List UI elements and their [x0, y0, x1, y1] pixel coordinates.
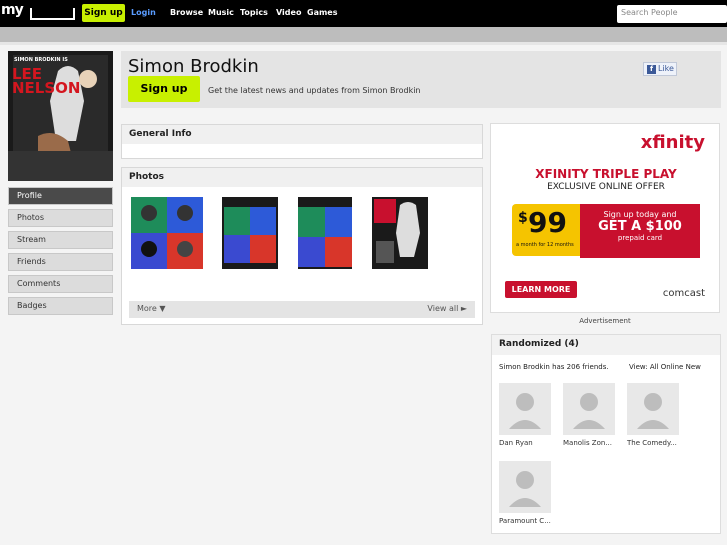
view-new-filter[interactable]: New: [686, 363, 701, 371]
profile-photo[interactable]: SIMON BRODKIN IS LEE NELSON: [8, 51, 113, 181]
photo-image: [222, 197, 278, 269]
sidebar-item-stream[interactable]: Stream: [8, 231, 113, 249]
sidebar-item-badges[interactable]: Badges: [8, 297, 113, 315]
ad-offer-box: Sign up today and GET A $100 prepaid car…: [580, 204, 700, 258]
friend-avatar[interactable]: [563, 383, 615, 435]
ad-price-box: $ 99 a month for 12 months: [512, 204, 586, 256]
nav-games[interactable]: Games: [307, 8, 338, 17]
poster-top-text: SIMON BRODKIN IS: [14, 57, 68, 63]
friend-name[interactable]: Dan Ryan: [499, 439, 533, 447]
advertisement-label: Advertisement: [579, 317, 631, 325]
search-people-input[interactable]: Search People: [617, 5, 727, 23]
sidebar-item-profile[interactable]: Profile: [8, 187, 113, 205]
ad-headline: XFINITY TRIPLE PLAY: [535, 167, 677, 181]
profile-signup-button[interactable]: Sign up: [128, 76, 200, 102]
login-link[interactable]: Login: [131, 8, 156, 17]
view-all-filter[interactable]: All: [650, 363, 659, 371]
sub-header-bar: [0, 27, 727, 42]
poster-title-text: LEE NELSON: [12, 65, 81, 97]
facebook-like-button[interactable]: f Like: [643, 62, 677, 76]
nav-topics[interactable]: Topics: [240, 8, 268, 17]
logo-underline-shape: [30, 8, 75, 20]
user-silhouette-icon: [573, 393, 605, 429]
sidebar-item-photos[interactable]: Photos: [8, 209, 113, 227]
user-silhouette-icon: [637, 393, 669, 429]
photo-thumbnail[interactable]: [372, 197, 428, 269]
user-silhouette-icon: [509, 393, 541, 429]
ad-brand-logo: xfinity: [640, 132, 705, 153]
facebook-icon: f: [647, 65, 656, 74]
sidebar-item-comments[interactable]: Comments: [8, 275, 113, 293]
ad-learn-more-button[interactable]: LEARN MORE: [505, 281, 577, 298]
randomized-title: Randomized (4): [492, 335, 720, 355]
view-all-link[interactable]: View all ►: [427, 304, 467, 313]
photo-image: [298, 197, 352, 269]
nav-browse[interactable]: Browse: [170, 8, 203, 17]
friend-avatar[interactable]: [499, 383, 551, 435]
sidebar-item-friends[interactable]: Friends: [8, 253, 113, 271]
photos-title: Photos: [122, 168, 482, 187]
top-signup-button[interactable]: Sign up: [82, 4, 125, 22]
photo-thumbnail[interactable]: [222, 197, 278, 269]
nav-video[interactable]: Video: [276, 8, 301, 17]
photo-thumbnail[interactable]: [131, 197, 203, 269]
friend-name[interactable]: Manolis Zon...: [563, 439, 612, 447]
friend-name[interactable]: Paramount C...: [499, 517, 551, 525]
photo-image: [131, 197, 203, 269]
photo-thumbnail[interactable]: [298, 197, 352, 269]
ad-subhead: EXCLUSIVE ONLINE OFFER: [547, 182, 665, 192]
general-info-title: General Info: [122, 125, 482, 144]
ad-partner-logo: comcast: [662, 288, 705, 299]
view-filter: View: All Online New: [629, 363, 701, 371]
friend-avatar[interactable]: [627, 383, 679, 435]
advertisement-banner[interactable]: xfinity XFINITY TRIPLE PLAY EXCLUSIVE ON…: [490, 123, 720, 313]
user-silhouette-icon: [509, 471, 541, 507]
friend-name[interactable]: The Comedy...: [627, 439, 677, 447]
general-info-panel: General Info: [121, 124, 483, 159]
profile-name: Simon Brodkin: [128, 56, 259, 77]
top-navigation-bar: my Sign up Login Browse Music Topics Vid…: [0, 0, 727, 27]
more-dropdown[interactable]: More ▼: [137, 304, 166, 313]
photos-footer-bar: More ▼ View all ►: [129, 301, 475, 318]
photo-image: [372, 197, 428, 269]
view-online-filter[interactable]: Online: [661, 363, 684, 371]
nav-music[interactable]: Music: [208, 8, 234, 17]
friend-avatar[interactable]: [499, 461, 551, 513]
site-logo[interactable]: my: [1, 2, 24, 22]
friends-count-text: Simon Brodkin has 206 friends.: [499, 363, 609, 371]
profile-tagline: Get the latest news and updates from Sim…: [208, 86, 421, 95]
